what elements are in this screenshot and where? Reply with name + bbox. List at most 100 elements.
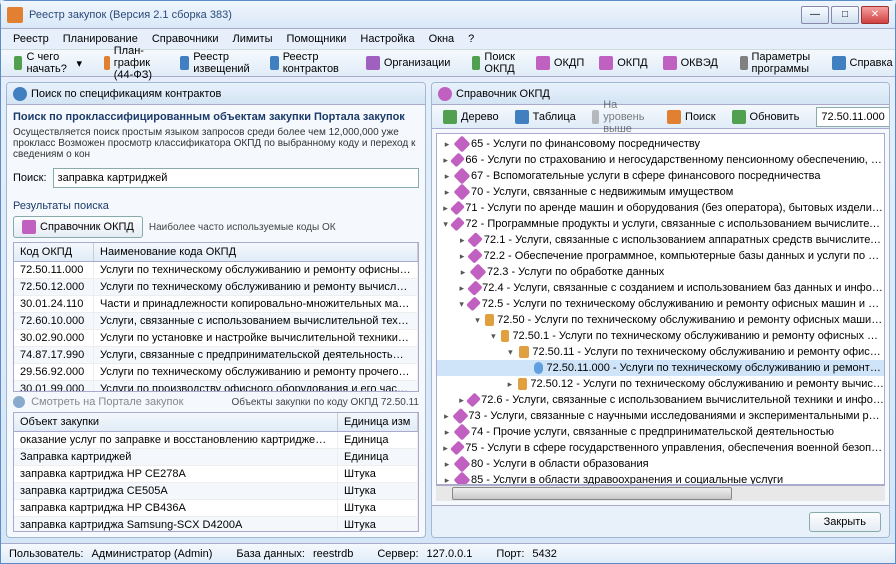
expand-icon[interactable]: ▸ [441, 427, 453, 438]
tree-node[interactable]: ▸72.3 - Услуги по обработке данных [437, 264, 884, 280]
expand-icon[interactable]: ▸ [457, 235, 467, 246]
tree-node[interactable]: ▸72.4 - Услуги, связанные с созданием и … [437, 280, 884, 296]
expand-icon[interactable]: ▸ [457, 267, 469, 278]
minimize-button[interactable]: — [801, 6, 829, 24]
table-row[interactable]: 30.02.90.000Услуги по установке и настро… [14, 330, 418, 347]
toolbar-реестр-контрактов[interactable]: Реестр контрактов [263, 47, 351, 79]
expand-icon[interactable]: ▸ [441, 171, 453, 182]
close-panel-button[interactable]: Закрыть [809, 512, 881, 532]
col-header-unit[interactable]: Единица изм [338, 413, 418, 431]
table-row[interactable]: 72.50.11.000Услуги по техническому обслу… [14, 262, 418, 279]
expand-icon[interactable]: ▸ [441, 411, 452, 422]
tree-node[interactable]: ▸72.1 - Услуги, связанные с использовани… [437, 232, 884, 248]
okpd-tree[interactable]: ▸65 - Услуги по финансовому посредничест… [436, 133, 885, 485]
expand-icon[interactable]: ▸ [441, 155, 450, 166]
collapse-icon[interactable]: ▾ [505, 347, 516, 358]
expand-icon[interactable]: ▸ [441, 475, 453, 486]
cell-name: Услуги, связанные с предпринимательской … [94, 347, 418, 363]
toolbar-реестр-извещений[interactable]: Реестр извещений [173, 47, 261, 79]
maximize-button[interactable]: □ [831, 6, 859, 24]
expand-icon[interactable]: ▸ [441, 187, 453, 198]
tree-node[interactable]: ▾72 - Программные продукты и услуги, свя… [437, 216, 884, 232]
tree-node[interactable]: 72.50.11.000 - Услуги по техническому об… [437, 360, 884, 376]
titlebar[interactable]: Реестр закупок (Версия 2.1 сборка 383) —… [1, 1, 895, 29]
expand-icon[interactable]: ▸ [457, 395, 466, 406]
tree-node[interactable]: ▸65 - Услуги по финансовому посредничест… [437, 136, 884, 152]
menu-реестр[interactable]: Реестр [7, 31, 55, 47]
menu-помощники[interactable]: Помощники [280, 31, 352, 47]
tree-node[interactable]: ▾ 72.50.11 - Услуги по техническому обслу… [437, 344, 884, 360]
table-row[interactable]: заправка картриджа HP CE278AШтука [14, 466, 418, 483]
portal-link[interactable]: Смотреть на Портале закупок [13, 396, 183, 408]
toolbar-параметры-программы[interactable]: Параметры программы [733, 47, 824, 79]
table-row[interactable]: 29.56.92.000Услуги по техническому обслу… [14, 364, 418, 381]
toolbar-поиск-окпд[interactable]: Поиск ОКПД [465, 47, 527, 79]
tree-node[interactable]: ▸67 - Вспомогательные услуги в сфере фин… [437, 168, 884, 184]
okpd-toolbar-дерево[interactable]: Дерево [436, 106, 506, 128]
toolbar-с-чего-начать-[interactable]: С чего начать?▾ [7, 47, 89, 79]
toolbar-оквэд[interactable]: ОКВЭД [656, 52, 725, 74]
col-header-name[interactable]: Наименование кода ОКПД [94, 243, 418, 261]
menu-настройка[interactable]: Настройка [354, 31, 420, 47]
expand-icon[interactable]: ▸ [505, 379, 515, 390]
table-row[interactable]: заправка картриджа Samsung-SCX D4200AШту… [14, 517, 418, 532]
expand-icon[interactable]: ▸ [441, 443, 450, 454]
toolbar-icon [732, 110, 746, 124]
toolbar-справка[interactable]: Справка [825, 52, 896, 74]
tree-node[interactable]: ▸74 - Прочие услуги, связанные с предпри… [437, 424, 884, 440]
okpd-toolbar-на-уровень-выше[interactable]: На уровень выше [585, 95, 658, 139]
table-row[interactable]: 30.01.24.110Части и принадлежности копир… [14, 296, 418, 313]
objects-by-code-label: Объекты закупки по коду ОКПД 72.50.11 [231, 397, 419, 408]
okpd-code-input[interactable] [816, 107, 890, 127]
table-row[interactable]: оказание услуг по заправке и восстановле… [14, 432, 418, 449]
okpd-reference-button[interactable]: Справочник ОКПД [13, 216, 143, 238]
expand-icon[interactable]: ▸ [441, 459, 453, 470]
okpd-toolbar-обновить[interactable]: Обновить [725, 106, 807, 128]
menu-лимиты[interactable]: Лимиты [226, 31, 278, 47]
tree-node[interactable]: ▾72.5 - Услуги по техническому обслужива… [437, 296, 884, 312]
toolbar-окдп[interactable]: ОКДП [529, 52, 591, 74]
okpd-toolbar-поиск[interactable]: Поиск [660, 106, 722, 128]
menu-окна[interactable]: Окна [423, 31, 461, 47]
expand-icon[interactable]: ▸ [457, 283, 467, 294]
table-row[interactable]: заправка картриджа HP CB436AШтука [14, 500, 418, 517]
close-button[interactable]: ✕ [861, 6, 889, 24]
table-row[interactable]: 74.87.17.990Услуги, связанные с предприн… [14, 347, 418, 364]
tree-node[interactable]: ▾72.50.1 - Услуги по техническому обслуж… [437, 328, 884, 344]
tree-node[interactable]: ▸80 - Услуги в области образования [437, 456, 884, 472]
tree-node[interactable]: ▾72.50 - Услуги по техническому обслужив… [437, 312, 884, 328]
horizontal-scrollbar[interactable] [436, 485, 885, 501]
scrollbar-thumb[interactable] [452, 487, 732, 500]
collapse-icon[interactable]: ▾ [441, 219, 450, 230]
table-row[interactable]: 72.50.12.000Услуги по техническому обслу… [14, 279, 418, 296]
tree-label: 72.50.11 - Услуги по техническому обслуж… [532, 346, 884, 358]
tree-node[interactable]: ▸72.50.12 - Услуги по техническому обслу… [437, 376, 884, 392]
table-row[interactable]: Заправка картриджейЕдиница [14, 449, 418, 466]
status-user-value: Администратор (Admin) [91, 548, 212, 560]
toolbar-окпд[interactable]: ОКПД [592, 52, 654, 74]
tree-node[interactable]: ▸72.6 - Услуги, связанные с использовани… [437, 392, 884, 408]
col-header-object[interactable]: Объект закупки [14, 413, 338, 431]
table-row[interactable]: заправка картриджа CE505AШтука [14, 483, 418, 500]
tree-node[interactable]: ▸85 - Услуги в области здравоохранения и… [437, 472, 884, 485]
tree-node[interactable]: ▸73 - Услуги, связанные с научными иссле… [437, 408, 884, 424]
tree-node[interactable]: ▸72.2 - Обеспечение программное, компьют… [437, 248, 884, 264]
collapse-icon[interactable]: ▾ [473, 315, 482, 326]
collapse-icon[interactable]: ▾ [457, 299, 466, 310]
col-header-code[interactable]: Код ОКПД [14, 243, 94, 261]
search-input[interactable] [53, 168, 419, 188]
table-row[interactable]: 30.01.99.000Услуги по производству офисн… [14, 381, 418, 392]
okpd-toolbar-таблица[interactable]: Таблица [508, 106, 583, 128]
menu-?[interactable]: ? [462, 31, 480, 47]
tree-node[interactable]: ▸71 - Услуги по аренде машин и оборудова… [437, 200, 884, 216]
expand-icon[interactable]: ▸ [441, 203, 450, 214]
expand-icon[interactable]: ▸ [441, 139, 453, 150]
tree-node[interactable]: ▸75 - Услуги в сфере государственного уп… [437, 440, 884, 456]
toolbar-label: С чего начать? [26, 51, 72, 75]
collapse-icon[interactable]: ▾ [489, 331, 498, 342]
tree-node[interactable]: ▸70 - Услуги, связанные с недвижимым иму… [437, 184, 884, 200]
table-row[interactable]: 72.60.10.000Услуги, связанные с использо… [14, 313, 418, 330]
expand-icon[interactable]: ▸ [457, 251, 467, 262]
tree-node[interactable]: ▸66 - Услуги по страхованию и негосударс… [437, 152, 884, 168]
toolbar-организации[interactable]: Организации [359, 52, 458, 74]
